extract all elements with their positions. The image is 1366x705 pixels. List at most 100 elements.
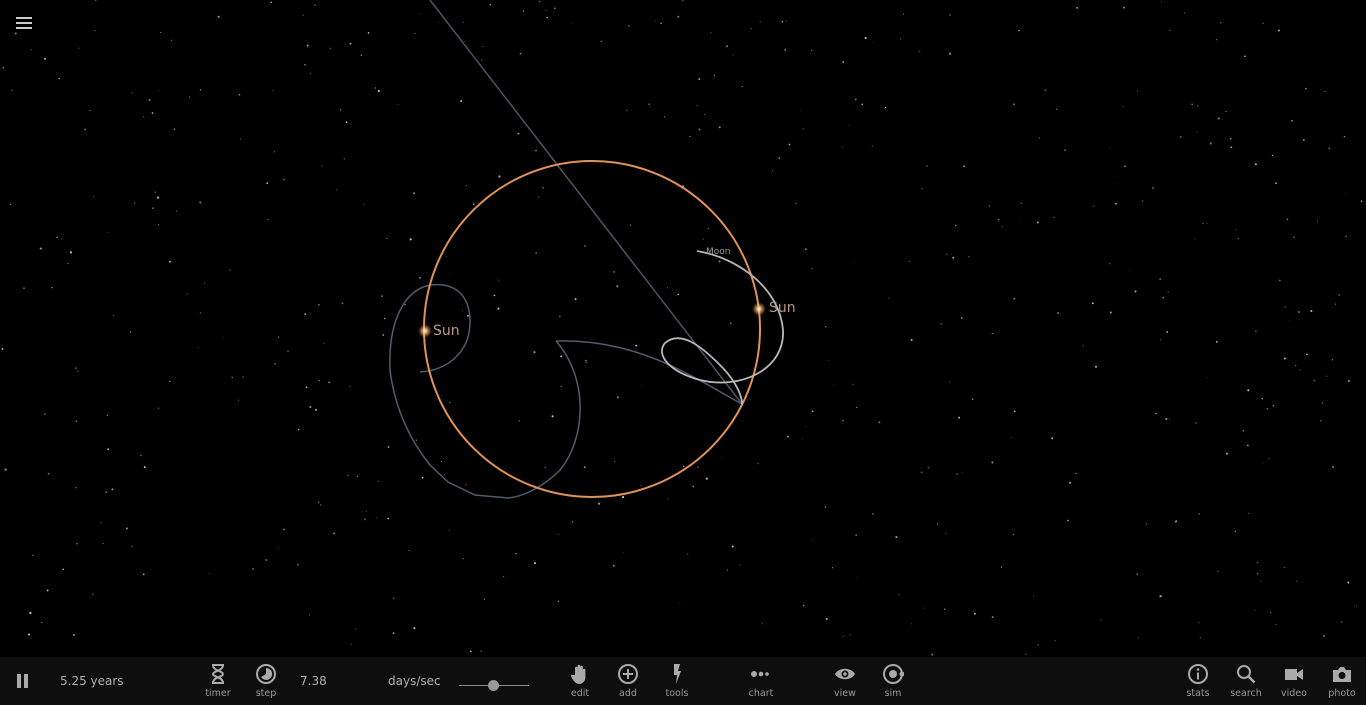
star: [274, 362, 276, 365]
pause-button[interactable]: [16, 674, 30, 688]
star: [1076, 6, 1079, 9]
star: [231, 376, 234, 379]
star: [786, 435, 789, 438]
star: [1271, 154, 1274, 157]
video-button[interactable]: video: [1272, 663, 1316, 699]
star: [750, 28, 752, 30]
star: [148, 99, 151, 102]
stats-button[interactable]: stats: [1176, 663, 1220, 699]
star: [721, 457, 723, 459]
star: [824, 506, 827, 508]
star: [392, 632, 395, 634]
hamburger-menu-icon[interactable]: [16, 17, 32, 31]
star: [23, 287, 25, 289]
star: [75, 367, 77, 370]
star: [1356, 605, 1358, 607]
sun-label[interactable]: Sun: [433, 323, 460, 339]
star: [948, 52, 951, 55]
star: [696, 466, 699, 469]
speed-value[interactable]: 7.38: [300, 674, 327, 688]
space-view[interactable]: [0, 0, 1366, 705]
edit-button[interactable]: edit: [558, 663, 602, 699]
star: [480, 650, 482, 652]
star: [278, 547, 280, 549]
star: [677, 15, 680, 18]
sim-button[interactable]: sim: [871, 663, 915, 699]
star: [910, 623, 912, 625]
star: [1159, 278, 1162, 281]
star: [972, 398, 974, 400]
star: [1019, 218, 1020, 220]
star: [237, 399, 240, 401]
star: [1291, 119, 1293, 122]
star: [522, 10, 525, 12]
star: [726, 45, 728, 48]
timer-button[interactable]: timer: [196, 663, 240, 699]
star: [343, 158, 345, 160]
star: [1146, 523, 1148, 525]
star: [1129, 269, 1131, 271]
search-button[interactable]: search: [1224, 663, 1268, 699]
speed-slider[interactable]: [459, 680, 529, 692]
star: [1262, 22, 1264, 24]
photo-button[interactable]: photo: [1320, 663, 1364, 699]
chart-button[interactable]: chart: [739, 663, 783, 699]
star: [107, 231, 109, 234]
star: [1246, 444, 1249, 447]
view-button[interactable]: view: [823, 663, 867, 699]
star: [481, 59, 483, 61]
star: [140, 454, 142, 457]
star: [1277, 29, 1280, 32]
star: [329, 47, 332, 49]
star: [349, 42, 352, 45]
star: [450, 227, 452, 229]
star: [535, 252, 538, 254]
star: [197, 346, 199, 348]
star: [903, 13, 904, 15]
star: [309, 614, 310, 616]
star: [537, 196, 540, 198]
sun-body[interactable]: [752, 302, 766, 316]
star: [265, 559, 268, 562]
star: [852, 383, 854, 385]
star: [1183, 12, 1185, 14]
star: [173, 128, 176, 131]
star: [1001, 225, 1004, 228]
star: [666, 287, 668, 289]
star: [158, 90, 160, 92]
slider-knob[interactable]: [488, 680, 500, 691]
star: [238, 94, 241, 96]
star: [378, 481, 380, 482]
add-button[interactable]: add: [606, 663, 650, 699]
sun-body[interactable]: [418, 324, 432, 338]
tools-button[interactable]: tools: [655, 663, 699, 699]
star: [444, 474, 445, 476]
star: [239, 138, 242, 140]
star: [900, 38, 902, 40]
star: [360, 54, 363, 56]
star: [702, 238, 704, 240]
star: [557, 600, 560, 603]
star: [842, 635, 844, 637]
star: [1044, 89, 1047, 92]
star: [936, 523, 939, 525]
star: [812, 539, 814, 541]
star: [641, 384, 643, 386]
star: [328, 381, 331, 384]
star: [298, 428, 300, 431]
star: [616, 285, 619, 288]
star: [151, 112, 154, 114]
star: [345, 121, 348, 124]
star: [1283, 566, 1286, 569]
speed-unit[interactable]: days/sec: [388, 674, 441, 688]
star: [77, 370, 79, 372]
moon-label[interactable]: Moon: [706, 247, 730, 257]
star: [9, 204, 11, 206]
star: [960, 317, 963, 319]
star: [551, 415, 554, 418]
star: [833, 384, 834, 386]
sun-label[interactable]: Sun: [769, 300, 796, 316]
star: [857, 577, 859, 579]
star: [448, 401, 451, 404]
step-button[interactable]: step: [244, 663, 288, 699]
